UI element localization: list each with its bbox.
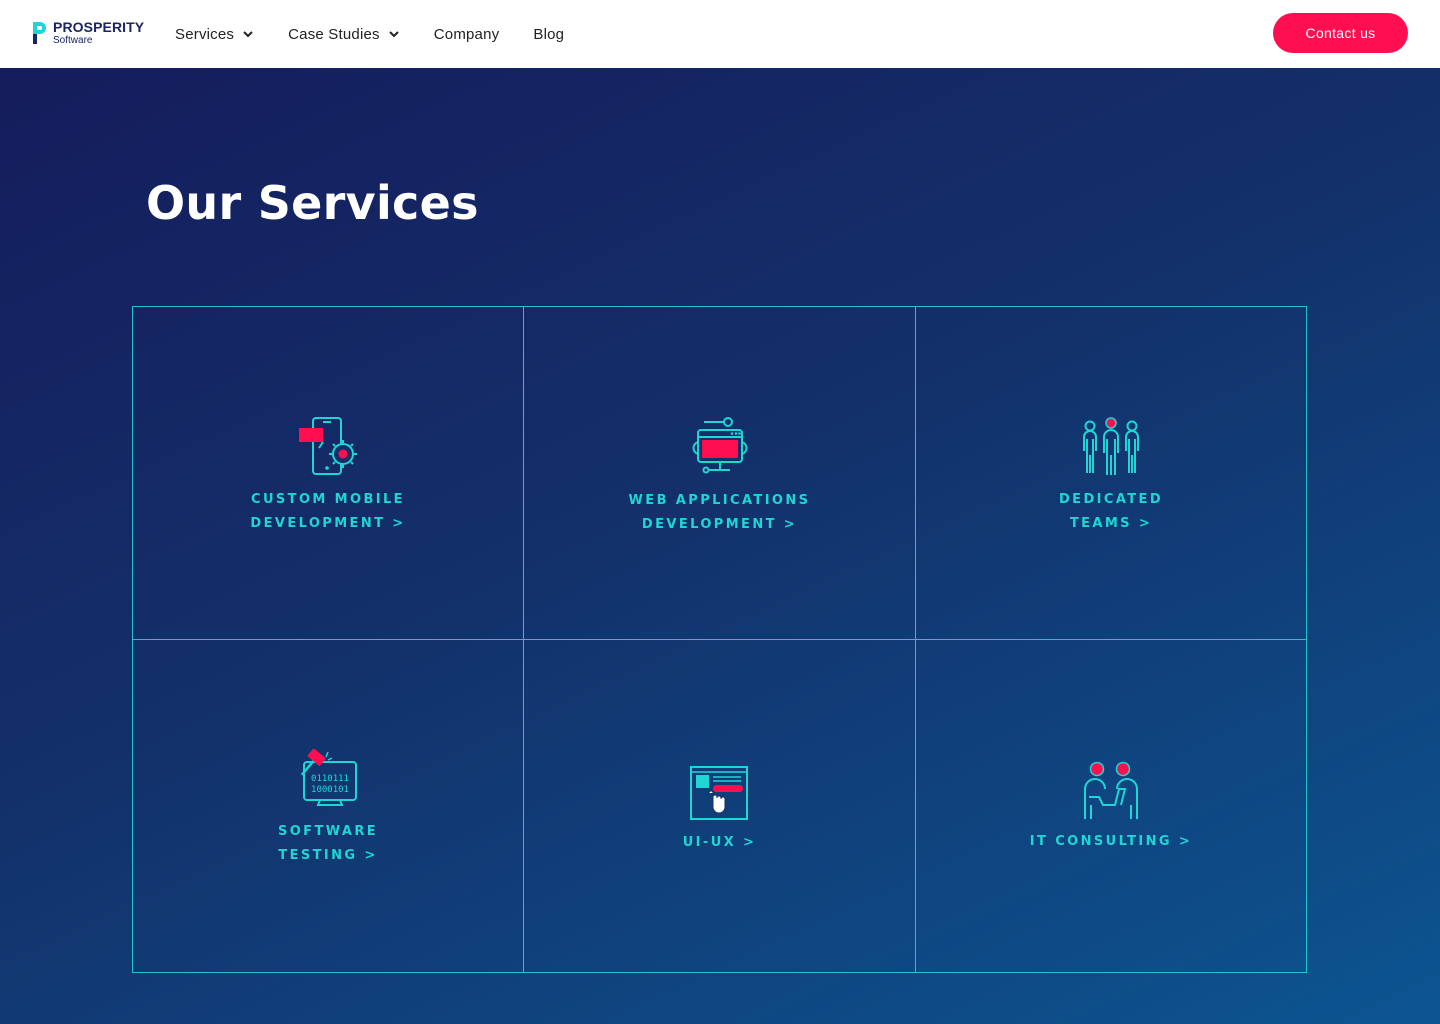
main-nav: Services Case Studies Company Blog bbox=[175, 0, 598, 68]
service-label: DEDICATED TEAMS > bbox=[916, 488, 1306, 536]
mobile-gear-icon bbox=[299, 417, 357, 475]
service-label: UI-UX > bbox=[524, 831, 915, 855]
services-grid: CUSTOM MOBILE DEVELOPMENT > WEB APPLICAT… bbox=[132, 306, 1307, 973]
service-label: SOFTWARE TESTING > bbox=[133, 820, 523, 868]
nav-label: Company bbox=[433, 25, 500, 43]
top-navbar: PROSPERITY Software Services Case Studie… bbox=[0, 0, 1440, 68]
service-label-line1: SOFTWARE bbox=[277, 824, 379, 839]
nav-label: Services bbox=[175, 25, 235, 43]
web-app-icon bbox=[692, 417, 748, 474]
service-label: IT CONSULTING > bbox=[916, 830, 1306, 854]
service-label-line2: DEVELOPMENT > bbox=[250, 516, 406, 531]
contact-us-button[interactable]: Contact us bbox=[1273, 13, 1408, 53]
nav-item-company[interactable]: Company bbox=[434, 26, 500, 43]
service-label-line1: DEDICATED bbox=[1058, 492, 1164, 507]
service-label-line2: TESTING > bbox=[278, 848, 378, 863]
brand-logo[interactable]: PROSPERITY Software bbox=[30, 20, 144, 46]
nav-item-services[interactable]: Services bbox=[175, 26, 254, 43]
testing-icon: 0110111 1000101 bbox=[300, 748, 357, 806]
service-label-line1: IT CONSULTING > bbox=[1029, 834, 1193, 849]
service-card-ui-ux[interactable]: UI-UX > bbox=[524, 640, 916, 972]
service-label: WEB APPLICATIONS DEVELOPMENT > bbox=[524, 489, 915, 537]
brand-name: PROSPERITY bbox=[53, 19, 145, 35]
service-label-line1: UI-UX > bbox=[682, 835, 757, 850]
service-card-web-applications[interactable]: WEB APPLICATIONS DEVELOPMENT > bbox=[524, 307, 916, 640]
page-title: Our Services bbox=[146, 176, 479, 230]
service-label-line1: WEB APPLICATIONS bbox=[628, 493, 811, 508]
nav-item-case-studies[interactable]: Case Studies bbox=[288, 26, 400, 43]
service-label-line2: TEAMS > bbox=[1069, 516, 1153, 531]
team-icon bbox=[1083, 417, 1139, 475]
service-label: CUSTOM MOBILE DEVELOPMENT > bbox=[133, 488, 523, 536]
chevron-down-icon bbox=[389, 31, 399, 38]
service-card-it-consulting[interactable]: IT CONSULTING > bbox=[916, 640, 1306, 972]
service-card-custom-mobile[interactable]: CUSTOM MOBILE DEVELOPMENT > bbox=[133, 307, 524, 640]
service-card-software-testing[interactable]: 0110111 1000101 SOFTWARE TESTING > bbox=[133, 640, 524, 972]
service-label-line2: DEVELOPMENT > bbox=[641, 517, 798, 532]
ui-ux-icon bbox=[690, 766, 748, 820]
service-label-line1: CUSTOM MOBILE bbox=[251, 492, 405, 507]
brand-tagline: Software bbox=[53, 35, 93, 46]
testing-binary-line1: 0110111 bbox=[311, 774, 349, 784]
chevron-down-icon bbox=[243, 31, 253, 38]
prosperity-logo-icon bbox=[33, 22, 46, 44]
nav-label: Case Studies bbox=[288, 25, 380, 43]
nav-item-blog[interactable]: Blog bbox=[533, 26, 564, 43]
service-card-dedicated-teams[interactable]: DEDICATED TEAMS > bbox=[916, 307, 1306, 640]
services-section: Our Services CUSTOM MOBILE DEVELOPMENT >… bbox=[0, 68, 1440, 1024]
consulting-icon bbox=[1084, 761, 1138, 819]
testing-binary-line2: 1000101 bbox=[311, 785, 349, 795]
nav-label: Blog bbox=[533, 25, 565, 43]
